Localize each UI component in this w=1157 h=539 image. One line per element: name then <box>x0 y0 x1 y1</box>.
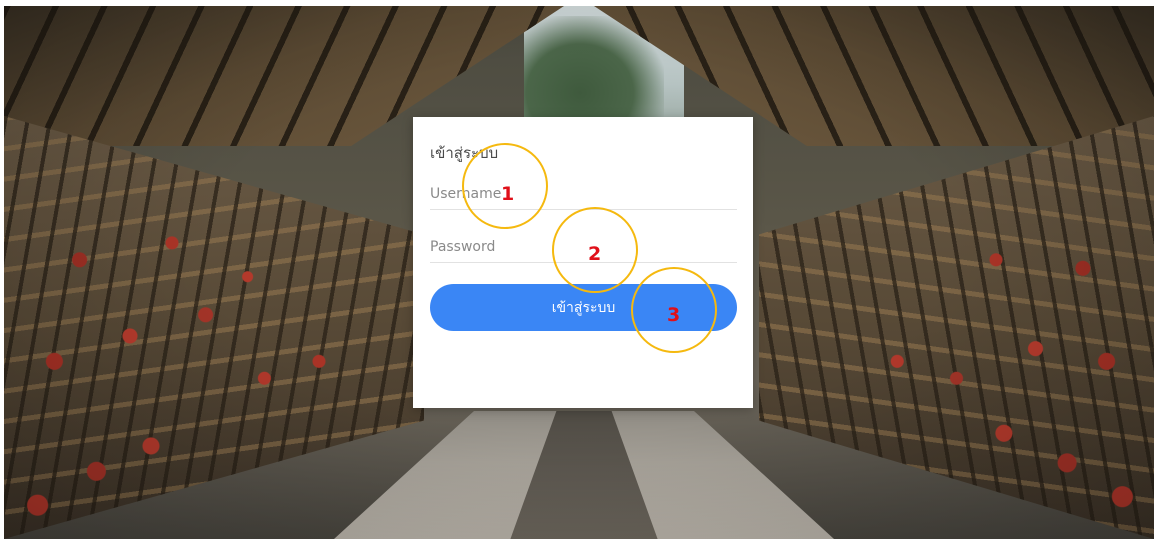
annotation-number-1: 1 <box>501 183 515 205</box>
annotation-number-2: 2 <box>588 243 602 265</box>
annotation-number-3: 3 <box>667 304 681 326</box>
